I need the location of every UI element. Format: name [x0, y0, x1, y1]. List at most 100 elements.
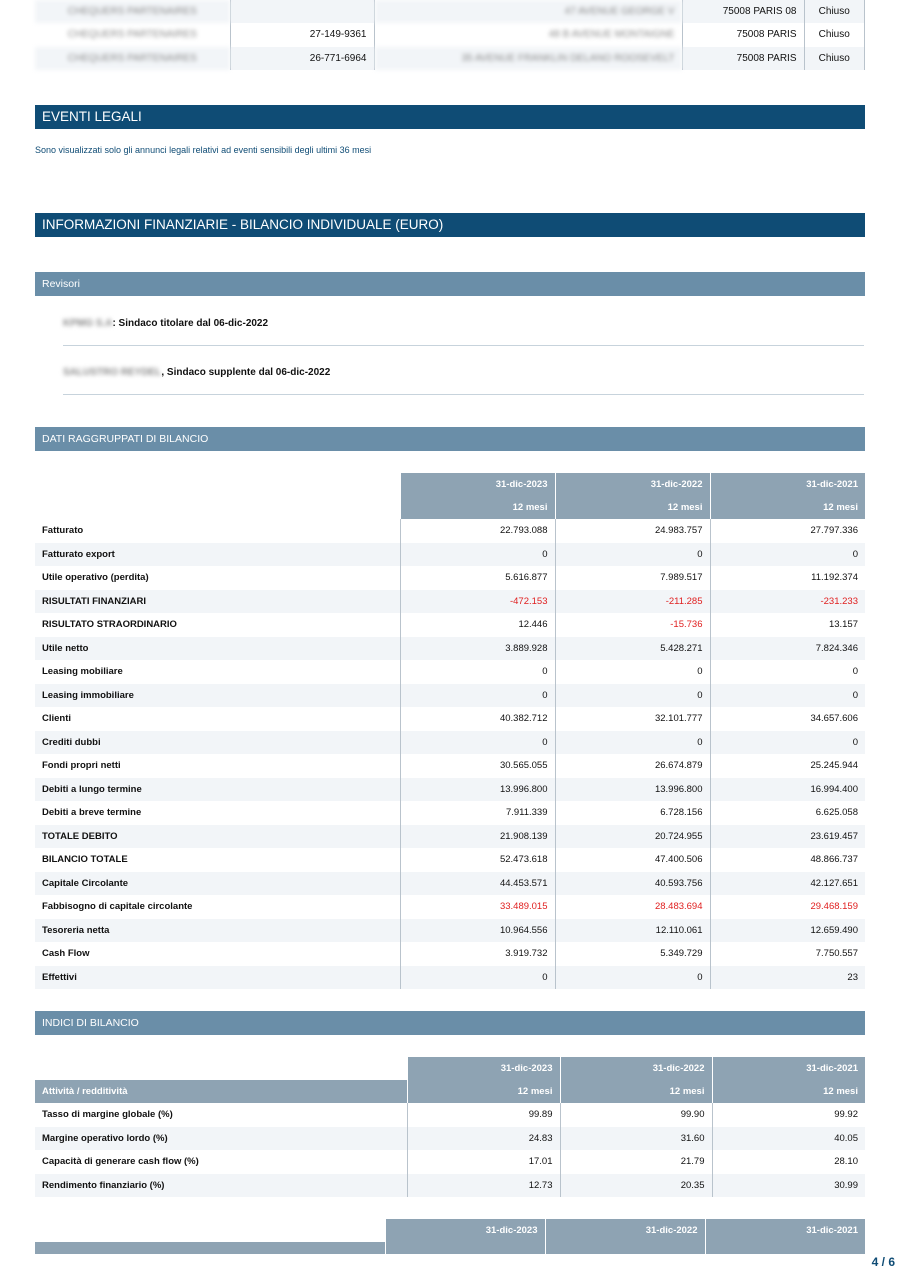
establishment-phone: 26-771-6964: [230, 46, 375, 70]
row-value: 12.110.061: [554, 918, 710, 942]
row-value: 0: [399, 730, 555, 754]
row-value: 0: [554, 965, 710, 989]
row-value: 44.453.571: [399, 871, 555, 895]
row-value: 99.89: [406, 1103, 560, 1127]
auditors-header: Revisori: [35, 272, 865, 296]
table-header-row: 12 mesi 12 mesi 12 mesi: [35, 496, 865, 519]
establishment-status: Chiuso: [804, 23, 865, 47]
row-value: 27.797.336: [709, 519, 865, 543]
row-value: -211.285: [554, 589, 710, 613]
row-value: 24.83: [406, 1126, 560, 1150]
table-row: Margine operativo lordo (%) 24.83 31.60 40.…: [35, 1126, 865, 1150]
row-value: 0: [399, 660, 555, 684]
table-row: Fondi propri netti 30.565.055 26.674.879 25…: [35, 754, 865, 778]
row-value: 12.446: [399, 613, 555, 637]
row-value: 0: [709, 660, 865, 684]
establishment-phone: [230, 0, 375, 24]
table-row: Tesoreria netta 10.964.556 12.110.061 12.65…: [35, 918, 865, 942]
row-value: 99.92: [711, 1103, 865, 1127]
row-value: 0: [399, 683, 555, 707]
row-value: 13.996.800: [554, 777, 710, 801]
row-value: 21.79: [559, 1150, 712, 1174]
auditor-name: KPMG S.A: [63, 318, 113, 329]
row-label: Effettivi: [35, 965, 400, 989]
establishment-city: 75008 PARIS: [682, 46, 805, 70]
row-value: 28.483.694: [554, 895, 710, 919]
row-value: 21.908.139: [399, 824, 555, 848]
column-date: 31-dic-2023: [399, 473, 555, 496]
establishment-status: Chiuso: [804, 0, 865, 24]
row-value: 24.983.757: [554, 519, 710, 543]
column-date: 31-dic-2021: [711, 1057, 865, 1080]
row-label: TOTALE DEBITO: [35, 824, 400, 848]
row-value: 32.101.777: [554, 707, 710, 731]
table-row: Utile netto 3.889.928 5.428.271 7.824.346: [35, 636, 865, 660]
row-value: 40.382.712: [399, 707, 555, 731]
row-value: 7.824.346: [709, 636, 865, 660]
table-row: Cash Flow 3.919.732 5.349.729 7.750.557: [35, 942, 865, 966]
row-value: 0: [399, 542, 555, 566]
row-value: 42.127.651: [709, 871, 865, 895]
column-date: 31-dic-2022: [554, 473, 710, 496]
row-value: 10.964.556: [399, 918, 555, 942]
row-label: RISULTATO STRAORDINARIO: [42, 619, 177, 631]
row-value: 48.866.737: [709, 848, 865, 872]
row-value: 5.349.729: [554, 942, 710, 966]
row-label: Cash Flow: [42, 948, 90, 960]
establishment-address: 48 B AVENUE MONTAIGNE: [374, 23, 683, 47]
row-value: 28.10: [711, 1150, 865, 1174]
row-label: Fatturato export: [35, 542, 400, 566]
column-period: 12 mesi: [709, 496, 865, 519]
row-value: 3.889.928: [399, 636, 555, 660]
table-header-row: 31-dic-2023 31-dic-2022 31-dic-2021: [35, 1219, 865, 1242]
row-label: Tasso di margine globale (%): [42, 1109, 173, 1121]
row-value: 47.400.506: [554, 848, 710, 872]
row-label: Fabbisogno di capitale circolante: [42, 901, 193, 913]
row-value: 13.157: [709, 613, 865, 637]
table-row: Capacità di generare cash flow (%) 17.01 2…: [35, 1150, 865, 1174]
row-value: 6.728.156: [554, 801, 710, 825]
column-date: 31-dic-2021: [704, 1219, 865, 1242]
establishment-city: 75008 PARIS: [682, 23, 805, 47]
table-row: CHEQUERS PARTENAIRES 26-771-6964 35 AVENUE…: [35, 46, 865, 70]
table-row: Debiti a lungo termine 13.996.800 13.996.8…: [35, 777, 865, 801]
row-value: 0: [554, 730, 710, 754]
auditor-role: , Sindaco supplente dal 06-dic-2022: [161, 367, 331, 378]
establishment-name: CHEQUERS PARTENAIRES: [35, 23, 231, 47]
row-value: 13.996.800: [399, 777, 555, 801]
table-row: Utile operativo (perdita) 5.616.877 7.989.…: [35, 566, 865, 590]
establishments-table: CHEQUERS PARTENAIRES 47 AVENUE GEORGE V 75…: [35, 0, 865, 70]
column-period: 12 mesi: [406, 1080, 560, 1103]
table-row: BILANCIO TOTALE 52.473.618 47.400.506 48.86…: [35, 848, 865, 872]
row-label: Rendimento finanziario (%): [35, 1173, 407, 1197]
row-value: 99.90: [559, 1103, 712, 1127]
table-row: Fabbisogno di capitale circolante 33.489.…: [35, 895, 865, 919]
financial-info-header: INFORMAZIONI FINANZIARIE - BILANCIO INDI…: [35, 213, 865, 237]
column-period: 12 mesi: [399, 496, 555, 519]
row-value: 23: [709, 965, 865, 989]
row-value: 5.616.877: [399, 566, 555, 590]
table-row: RISULTATO STRAORDINARIO 12.446 -15.736 13.1…: [35, 613, 865, 637]
table-header-row: [35, 1242, 865, 1254]
table-header-row: 31-dic-2023 31-dic-2022 31-dic-2021: [35, 1057, 865, 1080]
legal-events-note: Sono visualizzati solo gli annunci legal…: [35, 145, 372, 155]
establishment-name: CHEQUERS PARTENAIRES: [35, 46, 231, 70]
grouped-data-header: DATI RAGGRUPPATI DI BILANCIO: [35, 427, 865, 451]
row-value: 40.05: [711, 1126, 865, 1150]
column-date: 31-dic-2022: [559, 1057, 712, 1080]
ratios-header: INDICI DI BILANCIO: [35, 1011, 865, 1035]
row-value: 23.619.457: [709, 824, 865, 848]
row-value: 17.01: [406, 1150, 560, 1174]
row-value: 0: [709, 542, 865, 566]
row-label: Tesoreria netta: [35, 918, 400, 942]
row-label: Fondi propri netti: [42, 760, 121, 772]
row-label: Utile operativo (perdita): [42, 572, 149, 584]
row-value: 0: [554, 683, 710, 707]
auditor-role: : Sindaco titolare dal 06-dic-2022: [112, 318, 269, 329]
row-value: 6.625.058: [709, 801, 865, 825]
column-date: 31-dic-2023: [384, 1219, 545, 1242]
row-value: 30.99: [711, 1173, 865, 1197]
table-row: Leasing mobiliare 0 0 0: [35, 660, 865, 684]
column-date: 31-dic-2023: [406, 1057, 560, 1080]
ratios-table: 31-dic-2023 31-dic-2022 31-dic-2021 Atti…: [35, 1057, 865, 1197]
